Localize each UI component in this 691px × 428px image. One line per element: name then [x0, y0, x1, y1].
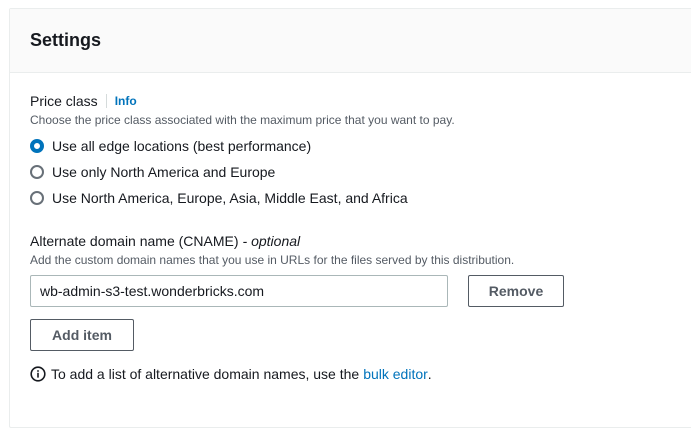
- price-class-description: Choose the price class associated with t…: [30, 113, 455, 127]
- radio-button[interactable]: [30, 165, 44, 179]
- bulk-editor-hint: To add a list of alternative domain name…: [30, 366, 432, 382]
- price-class-label: Price class: [30, 93, 98, 109]
- radio-button-checked[interactable]: [30, 139, 44, 153]
- panel-header: Settings: [10, 9, 691, 73]
- radio-option-all-edge-locations[interactable]: Use all edge locations (best performance…: [30, 133, 455, 159]
- alternate-domain-label: Alternate domain name (CNAME): [30, 233, 239, 249]
- radio-option-label: Use all edge locations (best performance…: [52, 138, 312, 154]
- radio-option-na-eu-asia-me-africa[interactable]: Use North America, Europe, Asia, Middle …: [30, 185, 455, 211]
- price-class-info-link[interactable]: Info: [115, 94, 137, 108]
- info-separator: [105, 94, 107, 108]
- remove-button[interactable]: Remove: [468, 275, 564, 307]
- hint-text: To add a list of alternative domain name…: [51, 366, 360, 382]
- radio-option-label: Use only North America and Europe: [52, 164, 276, 180]
- add-item-button[interactable]: Add item: [30, 319, 134, 351]
- panel-title: Settings: [30, 30, 102, 50]
- optional-label: - optional: [242, 233, 301, 249]
- alternate-domain-input[interactable]: [30, 275, 448, 307]
- settings-panel: Settings Price class Info Choose the pri…: [9, 8, 691, 428]
- alternate-domain-description: Add the custom domain names that you use…: [30, 253, 515, 267]
- radio-option-label: Use North America, Europe, Asia, Middle …: [52, 190, 408, 206]
- alternate-domain-label-row: Alternate domain name (CNAME) - optional: [30, 233, 514, 249]
- radio-button[interactable]: [30, 191, 44, 205]
- bulk-editor-link[interactable]: bulk editor: [363, 366, 428, 382]
- price-class-section: Price class Info Choose the price class …: [30, 93, 455, 211]
- radio-option-north-america-europe[interactable]: Use only North America and Europe: [30, 159, 455, 185]
- alternate-domain-section: Alternate domain name (CNAME) - optional…: [30, 233, 514, 267]
- hint-end: .: [427, 366, 432, 382]
- price-class-label-row: Price class Info: [30, 93, 455, 109]
- info-circle-icon: [30, 366, 46, 382]
- price-class-radio-group: Use all edge locations (best performance…: [30, 133, 455, 211]
